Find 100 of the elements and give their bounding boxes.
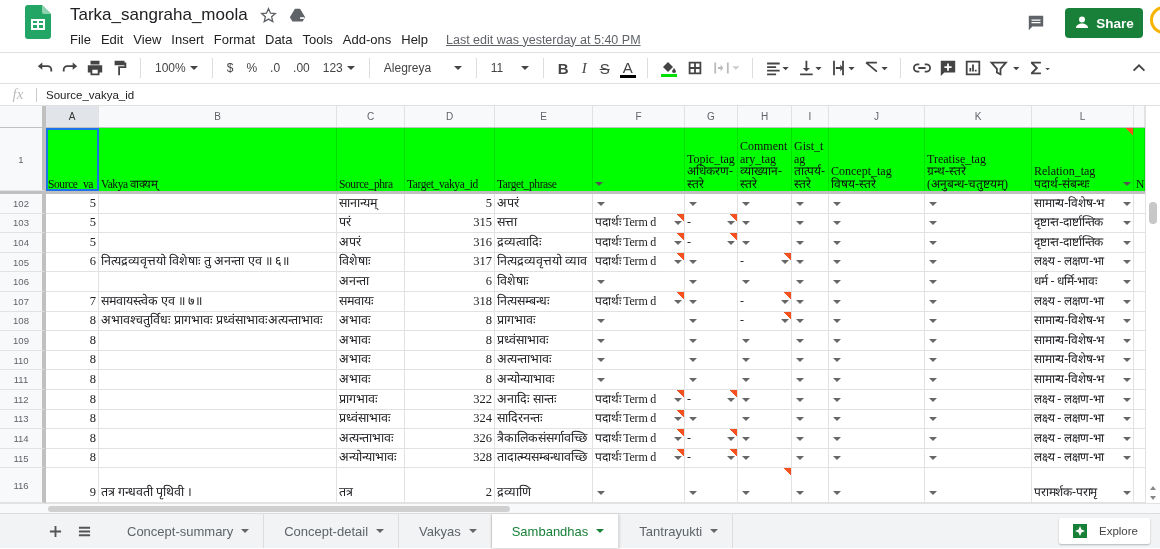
dropdown-cell[interactable]: [829, 213, 925, 234]
column-header[interactable]: C: [337, 106, 405, 127]
font-size-select[interactable]: 11: [487, 59, 532, 77]
dropdown-cell[interactable]: [925, 194, 1032, 214]
row-header[interactable]: 106: [0, 272, 46, 292]
column-header[interactable]: G: [685, 106, 738, 127]
dropdown-cell[interactable]: [593, 331, 685, 351]
drive-icon[interactable]: [288, 6, 306, 24]
sheets-logo-icon[interactable]: [25, 5, 51, 39]
column-header[interactable]: H: [738, 106, 792, 127]
row-header[interactable]: 108: [0, 311, 46, 332]
dropdown-cell[interactable]: पदार्थः Term d: [593, 291, 685, 312]
row-header[interactable]: 111: [0, 370, 46, 390]
number-format-select[interactable]: 123: [319, 59, 358, 77]
dropdown-cell[interactable]: पदार्थः Term d: [593, 448, 685, 469]
dropdown-cell[interactable]: लक्ष्य - लक्षण-भा: [1032, 291, 1134, 312]
explore-button[interactable]: Explore: [1059, 518, 1150, 545]
dropdown-cell[interactable]: [738, 409, 792, 430]
caret-icon[interactable]: [1123, 182, 1131, 186]
dropdown-cell[interactable]: -: [685, 213, 738, 234]
dropdown-cell[interactable]: -: [738, 291, 792, 312]
italic-button[interactable]: I: [578, 57, 590, 79]
menu-item[interactable]: Tools: [298, 30, 337, 49]
dropdown-cell[interactable]: [685, 409, 738, 430]
dropdown-cell[interactable]: [738, 194, 792, 214]
dropdown-cell[interactable]: लक्ष्य - लक्षण-भा: [1032, 389, 1134, 410]
bold-button[interactable]: B: [554, 57, 572, 79]
percent-button[interactable]: %: [243, 59, 261, 77]
dropdown-cell[interactable]: [738, 370, 792, 390]
dropdown-cell[interactable]: [829, 389, 925, 410]
dropdown-cell[interactable]: [593, 370, 685, 390]
dropdown-cell[interactable]: [738, 331, 792, 351]
chart-icon[interactable]: [963, 59, 982, 77]
dropdown-cell[interactable]: [925, 291, 1032, 312]
column-header[interactable]: L: [1032, 106, 1134, 127]
sheet-tab[interactable]: Concept-detail: [264, 514, 400, 549]
dropdown-cell[interactable]: दृष्टान्त-दार्ष्टान्तिक: [1032, 233, 1134, 253]
dropdown-cell[interactable]: [829, 448, 925, 469]
dropdown-cell[interactable]: [925, 311, 1032, 332]
row-header[interactable]: 107: [0, 291, 46, 312]
dropdown-cell[interactable]: पदार्थः Term d: [593, 252, 685, 273]
dropdown-cell[interactable]: [829, 331, 925, 351]
dropdown-cell[interactable]: [792, 252, 829, 273]
formula-input[interactable]: Source_vakya_id: [46, 88, 135, 101]
dropdown-cell[interactable]: [792, 194, 829, 214]
menu-item[interactable]: Data: [261, 30, 297, 49]
text-color-button[interactable]: A: [619, 58, 636, 78]
dropdown-cell[interactable]: [738, 448, 792, 469]
dropdown-cell[interactable]: लक्ष्य - लक्षण-भा: [1032, 409, 1134, 430]
sheet-tab[interactable]: Concept-summary: [107, 514, 265, 549]
dropdown-cell[interactable]: सामान्य-विशेष-भ: [1032, 331, 1134, 351]
row-header[interactable]: 115: [0, 448, 46, 469]
dropdown-cell[interactable]: -: [738, 252, 792, 273]
dropdown-cell[interactable]: [685, 272, 738, 292]
dropdown-cell[interactable]: [593, 350, 685, 371]
dropdown-cell[interactable]: सामान्य-विशेष-भ: [1032, 350, 1134, 371]
dropdown-cell[interactable]: [792, 350, 829, 371]
dropdown-cell[interactable]: [792, 213, 829, 234]
add-sheet-icon[interactable]: [49, 524, 62, 538]
dropdown-cell[interactable]: पदार्थः Term d: [593, 429, 685, 449]
dropdown-cell[interactable]: [792, 291, 829, 312]
dropdown-cell[interactable]: [925, 350, 1032, 371]
dropdown-cell[interactable]: [829, 252, 925, 273]
dropdown-cell[interactable]: [925, 233, 1032, 253]
menu-icon[interactable]: [78, 524, 91, 538]
dropdown-cell[interactable]: [685, 252, 738, 273]
dropdown-cell[interactable]: [792, 389, 829, 410]
row-header[interactable]: 103: [0, 213, 46, 234]
dropdown-cell[interactable]: [593, 311, 685, 332]
dropdown-cell[interactable]: [925, 448, 1032, 469]
dropdown-cell[interactable]: [925, 213, 1032, 234]
row-header[interactable]: 113: [0, 409, 46, 430]
dropdown-cell[interactable]: लक्ष्य - लक्षण-भा: [1032, 448, 1134, 469]
increase-decimals-button[interactable]: .00: [290, 59, 313, 77]
dropdown-cell[interactable]: [829, 194, 925, 214]
dropdown-cell[interactable]: [829, 409, 925, 430]
dropdown-cell[interactable]: [829, 233, 925, 253]
dropdown-cell[interactable]: [593, 272, 685, 292]
dropdown-cell[interactable]: [792, 233, 829, 253]
row-header[interactable]: 110: [0, 350, 46, 371]
row-header[interactable]: 102: [0, 194, 46, 214]
row-header[interactable]: 114: [0, 429, 46, 449]
dropdown-cell[interactable]: सामान्य-विशेष-भ: [1032, 311, 1134, 332]
print-icon[interactable]: [86, 59, 104, 77]
dropdown-cell[interactable]: [685, 331, 738, 351]
sheet-tab[interactable]: Tantrayukti: [619, 514, 734, 549]
share-button[interactable]: Share: [1065, 8, 1143, 38]
dropdown-cell[interactable]: [738, 213, 792, 234]
strikethrough-button[interactable]: S: [596, 57, 613, 79]
dropdown-cell[interactable]: [685, 370, 738, 390]
dropdown-cell[interactable]: पदार्थः Term d: [593, 409, 685, 430]
dropdown-cell[interactable]: सामान्य-विशेष-भ: [1032, 194, 1134, 214]
dropdown-cell[interactable]: [925, 370, 1032, 390]
document-title[interactable]: Tarka_sangraha_moola: [70, 5, 248, 25]
last-edit-link[interactable]: Last edit was yesterday at 5:40 PM: [446, 32, 641, 47]
dropdown-cell[interactable]: -: [685, 233, 738, 253]
dropdown-cell[interactable]: [925, 272, 1032, 292]
dropdown-cell[interactable]: [829, 272, 925, 292]
dropdown-cell[interactable]: [792, 311, 829, 332]
column-header[interactable]: A: [46, 106, 99, 127]
